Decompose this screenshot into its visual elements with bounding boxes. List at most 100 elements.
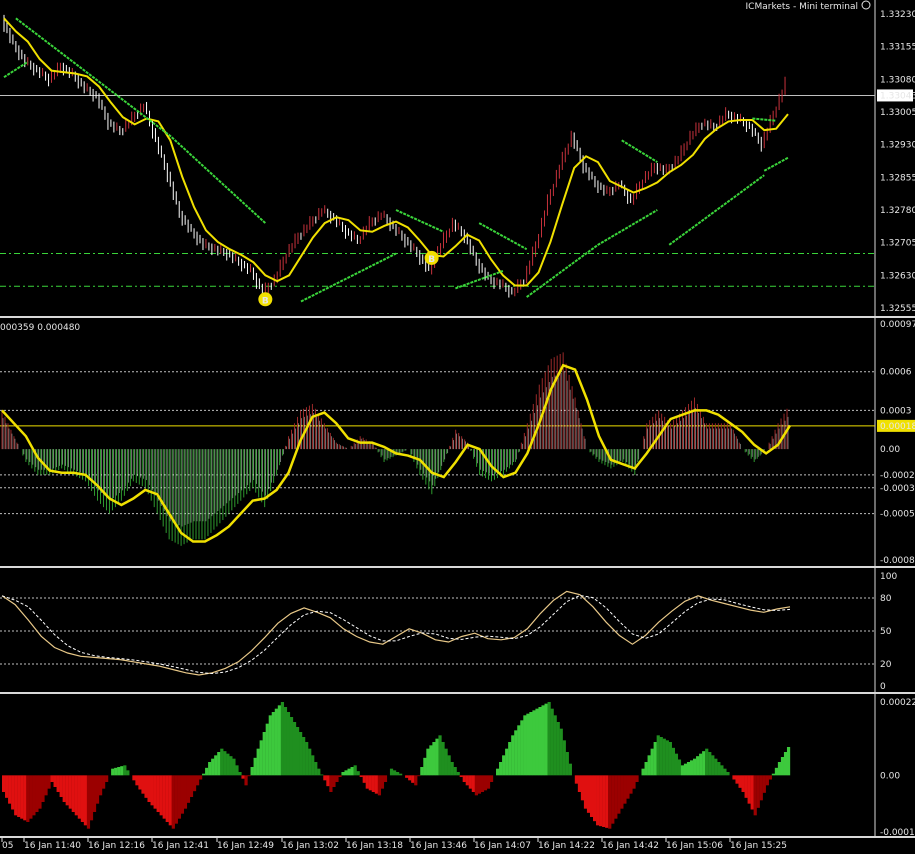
ao-histogram-bar — [614, 775, 618, 819]
ao-histogram-bar — [689, 760, 694, 776]
ao-histogram-bar — [520, 720, 524, 776]
ao-histogram-bar — [114, 767, 118, 776]
ao-histogram-bar — [711, 755, 715, 776]
ao-histogram-bar — [659, 737, 663, 776]
ao-histogram-bar — [574, 775, 579, 784]
ao-histogram-bar — [596, 775, 600, 826]
ao-histogram-bar — [450, 762, 454, 776]
ao-histogram-bar — [414, 775, 418, 786]
macd-signal-line — [1, 363, 792, 543]
ao-histogram-bar — [144, 775, 148, 798]
ao-axis-label: 0.00 — [880, 771, 900, 781]
ao-histogram-bar — [708, 752, 712, 776]
ao-histogram-bar — [250, 767, 254, 776]
ao-histogram-bar — [162, 775, 166, 819]
ao-histogram-bar — [302, 737, 306, 776]
ao-histogram-bar — [550, 708, 554, 776]
ao-histogram-bar — [605, 775, 609, 828]
ao-histogram-bar — [214, 755, 218, 776]
ao-histogram-bar — [462, 775, 466, 782]
ao-histogram-bar — [389, 768, 394, 776]
ao-histogram-bar — [438, 735, 442, 776]
ao-histogram-bar — [720, 765, 724, 776]
ao-histogram-bar — [92, 775, 97, 812]
ao-histogram-bar — [183, 775, 188, 809]
osc-axis-label: 0 — [880, 682, 886, 692]
ao-histogram-bar — [168, 775, 172, 826]
envelope-line — [478, 222, 528, 251]
ao-histogram-bar — [320, 774, 324, 776]
time-axis-label: 16 Jan 14:07 — [474, 841, 531, 851]
ao-histogram-bar — [653, 742, 657, 776]
ao-histogram-bar — [14, 775, 18, 816]
ao-histogram-bar — [405, 775, 409, 778]
ao-histogram-bar — [286, 712, 291, 776]
panel-separator — [0, 836, 915, 838]
envelope-line — [300, 252, 397, 303]
ao-histogram-bar — [332, 775, 336, 787]
ao-histogram-bar — [662, 738, 666, 776]
ao-histogram-bar — [317, 768, 321, 776]
ao-histogram-bar — [756, 775, 760, 808]
macd-axis-label: 0.00 — [880, 445, 900, 455]
ao-histogram-bar — [23, 775, 27, 821]
ao-histogram-bar — [280, 702, 285, 776]
ao-histogram-bar — [429, 745, 433, 776]
time-axis-label: 16 Jan 13:46 — [410, 841, 467, 851]
ao-histogram-bar — [641, 768, 645, 776]
oscillator-signal-line — [1, 594, 791, 675]
ao-histogram-bar — [141, 775, 145, 794]
ao-histogram-bar — [559, 728, 563, 776]
ao-histogram-bar — [747, 775, 751, 804]
ao-histogram-bar — [35, 775, 39, 812]
trading-chart[interactable]: ICMarkets - Mini terminal B B 1.33230 1.3315… — [0, 0, 915, 854]
ao-histogram-bar — [489, 775, 494, 782]
ao-histogram-bar — [686, 762, 691, 776]
ao-histogram-bar — [732, 775, 736, 780]
ao-histogram-bar — [238, 772, 242, 776]
ao-histogram-bar — [117, 767, 121, 776]
ao-histogram-bar — [314, 762, 318, 776]
ao-histogram-bar — [699, 753, 703, 776]
ao-histogram-bar — [277, 705, 281, 776]
ao-histogram-bar — [426, 748, 430, 776]
ao-histogram-bar — [265, 723, 269, 776]
price-axis-label: 1.32930 — [880, 141, 915, 151]
ao-histogram-bar — [62, 775, 66, 802]
ao-histogram-bar — [26, 775, 30, 822]
ao-histogram-bar — [362, 775, 366, 783]
ao-histogram-bar — [211, 758, 215, 776]
ao-histogram-bar — [20, 775, 24, 819]
current-price-label: 1.33043 — [880, 91, 915, 101]
time-axis-label: 16 Jan 12:16 — [88, 841, 145, 851]
ao-histogram-bar — [244, 775, 248, 786]
ao-histogram-bar — [671, 747, 675, 776]
ao-histogram-bar — [271, 712, 275, 776]
ao-histogram-bar — [765, 775, 769, 786]
ao-histogram-bar — [735, 775, 739, 784]
time-axis-label: 16 Jan 13:18 — [346, 841, 403, 851]
macd-axis-label: 0.0006 — [880, 368, 912, 378]
ao-histogram-bar — [602, 775, 606, 827]
ao-histogram-bar — [308, 748, 312, 776]
ao-histogram-bar — [408, 775, 412, 781]
price-axis-label: 1.33080 — [880, 75, 915, 85]
ao-histogram-bar — [383, 775, 388, 782]
ao-histogram-bar — [232, 758, 236, 776]
ao-histogram-bar — [274, 708, 278, 776]
ao-histogram-bar — [620, 775, 624, 809]
ao-histogram-bar — [80, 775, 84, 822]
ao-histogram-bar — [432, 742, 436, 776]
ao-histogram-bar — [241, 775, 245, 779]
ao-histogram-bar — [283, 707, 288, 776]
ao-histogram-bar — [289, 717, 294, 776]
ao-histogram-bar — [256, 748, 260, 776]
ao-histogram-bar — [299, 732, 303, 776]
ao-histogram-bar — [138, 775, 142, 790]
ao-histogram-bar — [341, 772, 345, 776]
ao-histogram-bar — [447, 755, 451, 776]
ao-histogram-bar — [674, 753, 679, 776]
ao-histogram-bar — [53, 775, 57, 787]
ao-histogram-bar — [399, 773, 403, 776]
ao-histogram-bar — [235, 765, 239, 776]
